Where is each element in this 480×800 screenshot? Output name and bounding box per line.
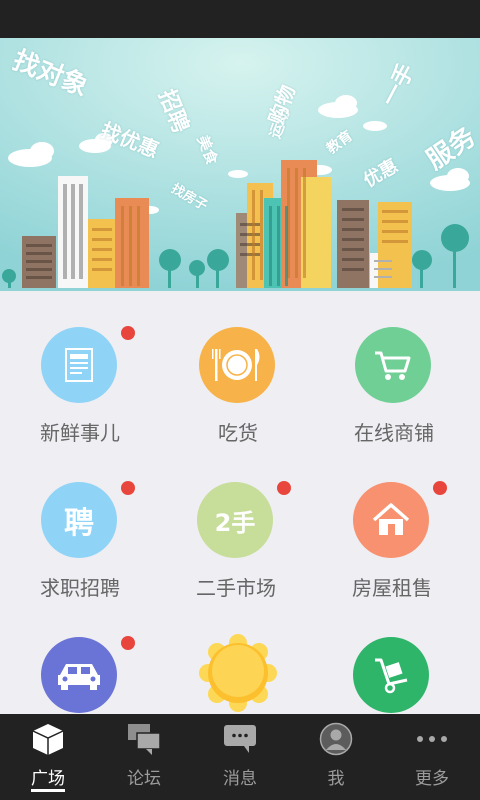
feature-grid: 新鲜事儿 吃货 在线商铺 聘 求职招聘 2手 二手市场 房屋租售	[0, 291, 480, 714]
grid-item-food[interactable]: 吃货	[158, 291, 318, 446]
tab-more[interactable]: 更多	[384, 714, 480, 800]
grid-item-label: 吃货	[218, 421, 258, 445]
grid-item-label: 房屋租售	[352, 576, 432, 600]
tab-messages[interactable]: 消息	[192, 714, 288, 800]
more-dots-icon	[417, 736, 447, 742]
tab-label: 消息	[223, 769, 257, 789]
shopping-cart-icon	[355, 327, 431, 403]
grid-item-label: 二手市场	[196, 576, 276, 600]
message-icon	[224, 725, 256, 753]
notification-badge	[277, 481, 291, 495]
bottom-tab-bar: 广场 论坛 消息 我 更多	[0, 714, 480, 800]
newspaper-icon	[41, 327, 117, 403]
plate-cutlery-icon	[199, 327, 275, 403]
grid-item-news[interactable]: 新鲜事儿	[0, 291, 160, 446]
grid-item-second-hand[interactable]: 2手 二手市场	[156, 446, 316, 601]
notification-badge	[121, 636, 135, 650]
notification-badge	[121, 481, 135, 495]
tab-forum[interactable]: 论坛	[96, 714, 192, 800]
cube-icon	[32, 724, 64, 755]
chat-bubbles-icon	[128, 724, 161, 755]
promo-banner[interactable]: 找对象 找优惠 招聘 美食 找房子 运动 购物 教育 优惠 一手 服务	[0, 38, 480, 291]
tab-label: 论坛	[127, 769, 161, 789]
tab-me[interactable]: 我	[288, 714, 384, 800]
tab-label: 更多	[415, 769, 449, 789]
grid-item-jobs[interactable]: 聘 求职招聘	[0, 446, 160, 601]
tab-label: 我	[327, 769, 345, 789]
car-icon	[41, 637, 117, 713]
hand-truck-icon	[353, 637, 429, 713]
grid-item-label: 在线商铺	[354, 421, 434, 445]
sun-icon	[198, 633, 278, 713]
grid-item-housing[interactable]: 房屋租售	[312, 446, 472, 601]
house-icon	[353, 482, 429, 558]
grid-item-moving[interactable]	[312, 601, 472, 714]
grid-item-label: 求职招聘	[40, 576, 120, 600]
grid-item-shop[interactable]: 在线商铺	[314, 291, 474, 446]
grid-item-car[interactable]	[0, 601, 160, 714]
status-bar	[0, 0, 480, 38]
grid-item-label: 新鲜事儿	[40, 421, 120, 445]
grid-item-sun[interactable]	[156, 601, 316, 714]
second-hand-glyph: 2手	[214, 508, 256, 537]
recruit-icon: 聘	[41, 482, 117, 558]
notification-badge	[433, 481, 447, 495]
notification-badge	[121, 326, 135, 340]
active-tab-indicator	[31, 789, 65, 792]
tab-label: 广场	[31, 769, 65, 789]
tab-square[interactable]: 广场	[0, 714, 96, 800]
second-hand-icon: 2手	[197, 482, 273, 558]
user-avatar-icon	[319, 722, 353, 756]
recruit-glyph: 聘	[64, 506, 94, 541]
